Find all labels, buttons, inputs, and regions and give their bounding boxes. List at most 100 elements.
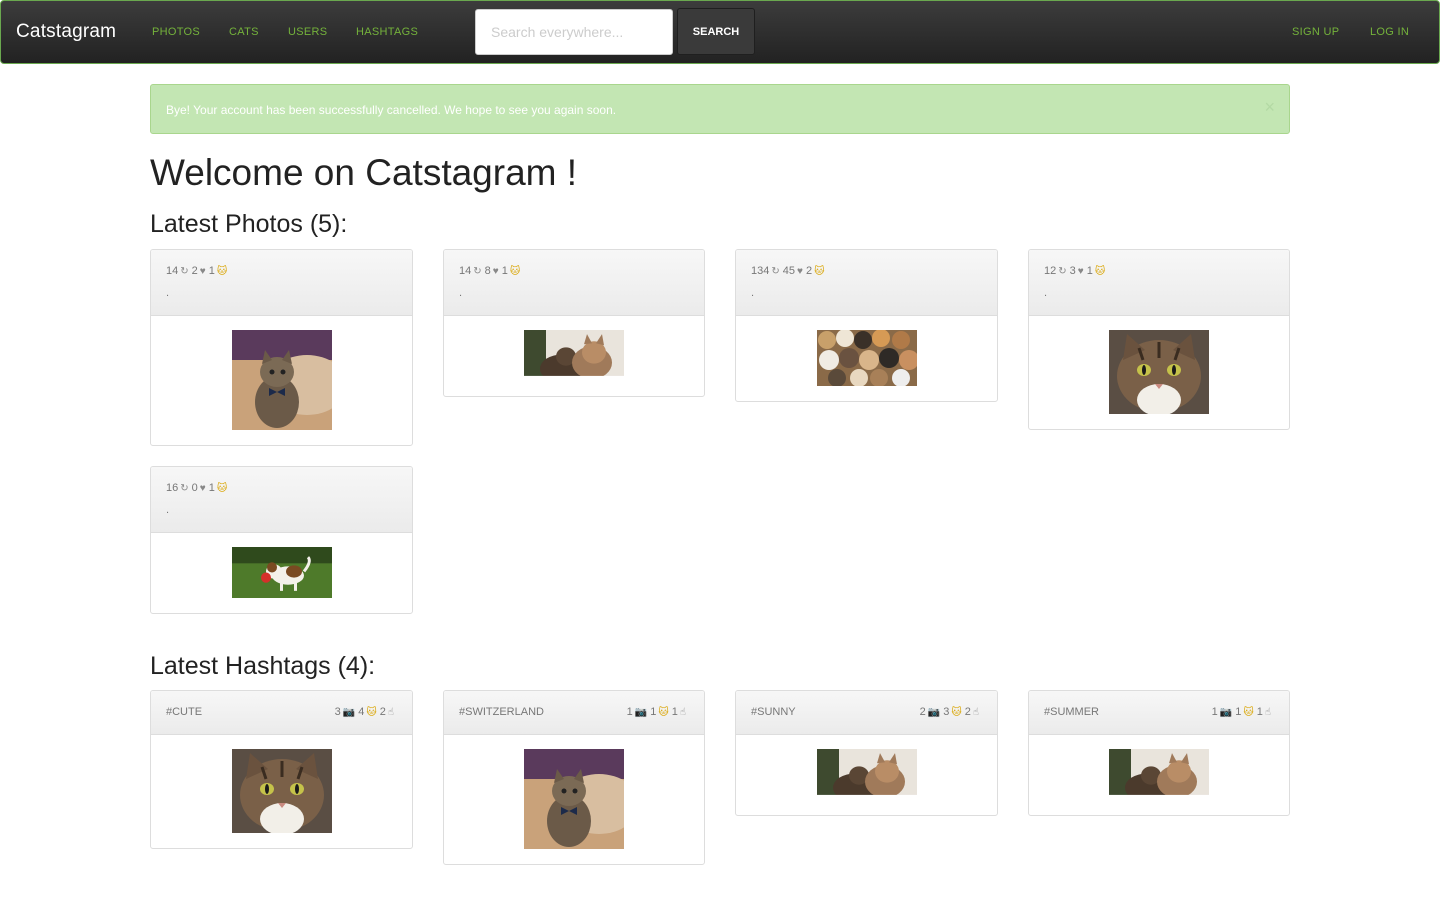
cats-count: 1 <box>1235 706 1242 718</box>
cat-icon: 🐱 <box>509 266 521 277</box>
photos-count: 2 <box>919 706 926 718</box>
views-count: 14 <box>166 265 179 277</box>
photo-card-header: 12 ↻ 3 ♥ 1 🐱 . <box>1029 250 1289 316</box>
hashtag-stats: 3 📷 4 🐱 2 ☝ <box>335 706 397 718</box>
nav-sign-up[interactable]: SIGN UP <box>1292 26 1339 38</box>
hashtag-name[interactable]: #CUTE <box>166 706 202 718</box>
hashtag-card[interactable]: #SWITZERLAND 1 📷 1 🐱 1 ☝ <box>443 690 705 865</box>
nav-hashtags[interactable]: HASHTAGS <box>356 26 418 38</box>
hashtag-name[interactable]: #SUNNY <box>751 706 796 718</box>
hashtag-stats: 1 📷 1 🐱 1 ☝ <box>627 706 689 718</box>
latest-hashtags-heading: Latest Hashtags (4): <box>150 652 376 680</box>
cat-icon: 🐱 <box>216 483 228 494</box>
cats-count: 3 <box>943 706 950 718</box>
hashtag-stats: 2 📷 3 🐱 2 ☝ <box>920 706 982 718</box>
cat-icon: 🐱 <box>366 707 377 718</box>
photo-caption: . <box>1044 287 1048 299</box>
hashtag-name[interactable]: #SUMMER <box>1044 706 1099 718</box>
refresh-icon: ↻ <box>180 483 189 494</box>
photo-caption: . <box>166 504 170 516</box>
close-icon[interactable]: × <box>1264 98 1275 116</box>
photo-caption: . <box>751 287 755 299</box>
nav-photos[interactable]: PHOTOS <box>152 26 200 38</box>
nav-users[interactable]: USERS <box>288 26 327 38</box>
photo-stats: 14 ↻ 2 ♥ 1 🐱 <box>166 265 230 277</box>
camera-icon: 📷 <box>342 707 356 718</box>
camera-icon: 📷 <box>1219 707 1233 718</box>
users-count: 1 <box>671 706 678 718</box>
photo-stats: 12 ↻ 3 ♥ 1 🐱 <box>1044 265 1108 277</box>
comments-count: 0 <box>191 482 198 494</box>
cat-icon: 🐱 <box>1243 707 1254 718</box>
likes-count: 1 <box>501 265 508 277</box>
photo-card[interactable]: 134 ↻ 45 ♥ 2 🐱 . <box>735 249 998 402</box>
search-button[interactable]: SEARCH <box>677 8 755 55</box>
hashtag-thumbnail-tabby-face[interactable] <box>232 749 332 833</box>
photo-card-header: 134 ↻ 45 ♥ 2 🐱 . <box>736 250 997 316</box>
views-count: 16 <box>166 482 179 494</box>
comments-count: 3 <box>1069 265 1076 277</box>
photo-thumbnail-beagle-puppy[interactable] <box>232 547 332 598</box>
photo-thumbnail-two-cats[interactable] <box>524 330 624 381</box>
users-count: 2 <box>964 706 971 718</box>
photo-stats: 16 ↻ 0 ♥ 1 🐱 <box>166 482 230 494</box>
comments-count: 2 <box>191 265 198 277</box>
hashtag-stats: 1 📷 1 🐱 1 ☝ <box>1212 706 1274 718</box>
hand-icon: ☝ <box>387 707 394 718</box>
cats-count: 4 <box>358 706 365 718</box>
photo-stats: 14 ↻ 8 ♥ 1 🐱 <box>459 265 523 277</box>
heart-icon: ♥ <box>492 266 499 277</box>
photo-card[interactable]: 14 ↻ 8 ♥ 1 🐱 . <box>443 249 705 397</box>
hand-icon: ☝ <box>972 707 979 718</box>
hashtag-thumbnail-kitten-bowtie[interactable] <box>524 749 624 849</box>
photos-count: 3 <box>334 706 341 718</box>
hashtag-card[interactable]: #CUTE 3 📷 4 🐱 2 ☝ <box>150 690 413 849</box>
hashtag-name[interactable]: #SWITZERLAND <box>459 706 544 718</box>
refresh-icon: ↻ <box>180 266 189 277</box>
nav-log-in[interactable]: LOG IN <box>1370 26 1409 38</box>
heart-icon: ♥ <box>1077 266 1084 277</box>
cat-icon: 🐱 <box>658 707 669 718</box>
likes-count: 1 <box>208 265 215 277</box>
hashtag-card-header: #SUNNY 2 📷 3 🐱 2 ☝ <box>736 691 997 735</box>
cat-icon: 🐱 <box>216 266 228 277</box>
cat-icon: 🐱 <box>814 266 825 277</box>
photo-card[interactable]: 12 ↻ 3 ♥ 1 🐱 . <box>1028 249 1290 430</box>
photos-count: 1 <box>626 706 633 718</box>
photo-card[interactable]: 14 ↻ 2 ♥ 1 🐱 . <box>150 249 413 446</box>
photo-card-header: 14 ↻ 2 ♥ 1 🐱 . <box>151 250 412 316</box>
hashtag-thumbnail-two-cats[interactable] <box>1109 749 1209 800</box>
camera-icon: 📷 <box>927 707 941 718</box>
hand-icon: ☝ <box>679 707 686 718</box>
views-count: 14 <box>459 265 472 277</box>
photo-thumbnail-tabby-face[interactable] <box>1109 330 1209 414</box>
success-alert: Bye! Your account has been successfully … <box>150 84 1290 134</box>
heart-icon: ♥ <box>199 266 206 277</box>
users-count: 2 <box>379 706 386 718</box>
refresh-icon: ↻ <box>473 266 482 277</box>
photo-caption: . <box>166 287 170 299</box>
photo-caption: . <box>459 287 463 299</box>
brand-logo[interactable]: Catstagram <box>16 21 116 43</box>
hashtag-card[interactable]: #SUNNY 2 📷 3 🐱 2 ☝ <box>735 690 998 816</box>
photo-thumbnail-kitten-bowtie[interactable] <box>232 330 332 430</box>
hashtag-card-header: #SUMMER 1 📷 1 🐱 1 ☝ <box>1029 691 1289 735</box>
photo-card-header: 14 ↻ 8 ♥ 1 🐱 . <box>444 250 704 316</box>
search-input[interactable] <box>475 9 673 55</box>
photos-count: 1 <box>1211 706 1218 718</box>
hashtag-thumbnail-two-cats[interactable] <box>817 749 917 800</box>
hashtag-card[interactable]: #SUMMER 1 📷 1 🐱 1 ☝ <box>1028 690 1290 816</box>
comments-count: 45 <box>782 265 795 277</box>
alert-message: Bye! Your account has been successfully … <box>166 103 617 117</box>
users-count: 1 <box>1256 706 1263 718</box>
views-count: 134 <box>751 265 770 277</box>
photo-thumbnail-many-cats[interactable] <box>817 330 917 386</box>
cat-icon: 🐱 <box>1094 266 1106 277</box>
hashtag-card-header: #CUTE 3 📷 4 🐱 2 ☝ <box>151 691 412 735</box>
likes-count: 1 <box>1086 265 1093 277</box>
refresh-icon: ↻ <box>1058 266 1067 277</box>
cats-count: 1 <box>650 706 657 718</box>
nav-cats[interactable]: CATS <box>229 26 259 38</box>
photo-card[interactable]: 16 ↻ 0 ♥ 1 🐱 . <box>150 466 413 614</box>
likes-count: 2 <box>805 265 813 277</box>
